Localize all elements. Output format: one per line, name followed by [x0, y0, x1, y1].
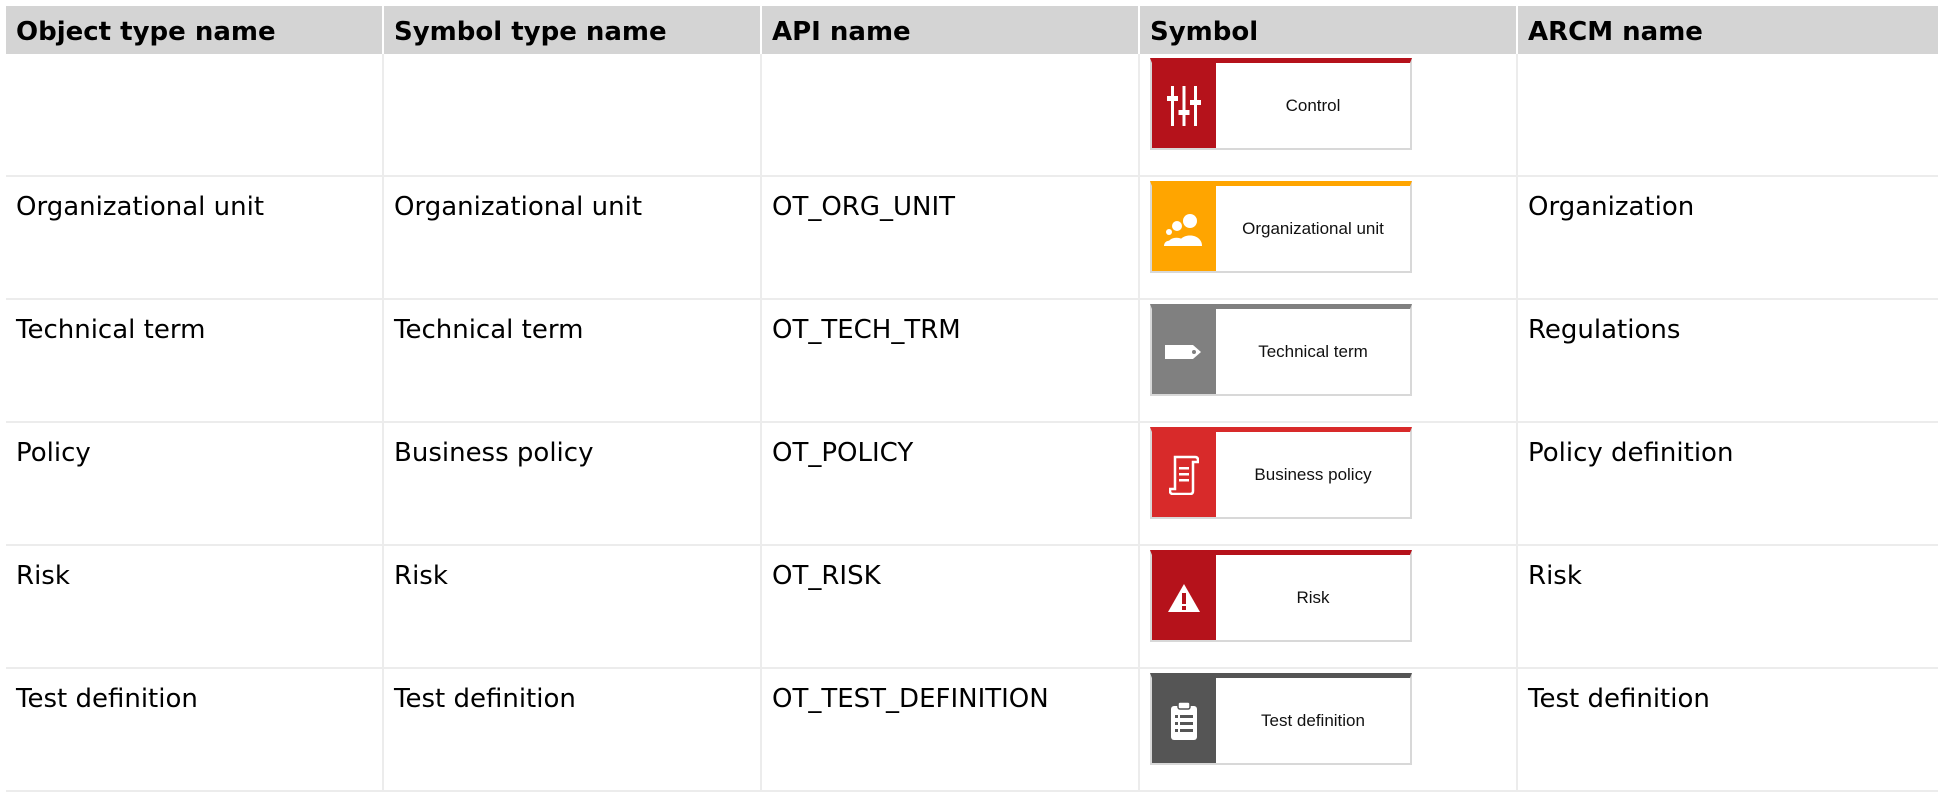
warning-icon [1168, 583, 1200, 612]
clipboard-icon [1171, 700, 1197, 740]
symbol-bar [1152, 432, 1216, 517]
test-definition-symbol: Test definition [1150, 673, 1412, 765]
symbol-type-cell: Technical term [384, 300, 762, 421]
table-row: Control [6, 54, 1938, 177]
arcm-name-cell: Policy definition [1528, 438, 1734, 468]
arcm-name-cell: Regulations [1528, 315, 1681, 345]
symbol-cell: Test definition [1140, 669, 1518, 790]
header-arcm-name: ARCM name [1528, 17, 1703, 47]
symbol-type-cell [384, 54, 762, 175]
object-type-cell [6, 54, 384, 175]
api-name-cell [762, 54, 1140, 175]
symbol-type-cell: Test definition [384, 669, 762, 790]
table-row: Organizational unit Organizational unit … [6, 177, 1938, 300]
api-name-cell: OT_POLICY [762, 423, 1140, 544]
symbol-label: Technical term [1258, 341, 1368, 361]
organizational-unit-symbol: Organizational unit [1150, 181, 1412, 273]
people-icon [1164, 213, 1202, 246]
symbol-bar [1152, 555, 1216, 640]
symbol-label: Organizational unit [1242, 218, 1384, 238]
object-type-cell: Technical term [6, 300, 384, 421]
api-name-cell: OT_TEST_DEFINITION [762, 669, 1140, 790]
symbol-label: Control [1285, 95, 1341, 115]
symbol-bar [1152, 186, 1216, 271]
arcm-name-cell: Organization [1528, 192, 1695, 222]
header-symbol-type: Symbol type name [384, 6, 762, 54]
business-policy-symbol: Business policy [1150, 427, 1412, 519]
tag-icon [1165, 344, 1201, 359]
symbol-cell: Risk [1140, 546, 1518, 667]
symbol-label: Business policy [1254, 464, 1372, 484]
sliders-icon [1167, 85, 1201, 126]
table-row: Test definition Test definition OT_TEST_… [6, 669, 1938, 792]
arcm-name-cell: Test definition [1528, 684, 1710, 714]
symbol-cell: Organizational unit [1140, 177, 1518, 298]
control-symbol: Control [1150, 58, 1412, 150]
table-row: Risk Risk OT_RISK Risk Risk [6, 546, 1938, 669]
symbol-label: Test definition [1261, 710, 1365, 730]
table-header: Object type name Symbol type name API na… [6, 6, 1938, 54]
risk-symbol: Risk [1150, 550, 1412, 642]
arcm-name-cell [1518, 54, 1938, 175]
symbol-type-cell: Organizational unit [384, 177, 762, 298]
api-name-cell: OT_TECH_TRM [762, 300, 1140, 421]
api-name-cell: OT_ORG_UNIT [762, 177, 1140, 298]
object-type-cell: Risk [6, 546, 384, 667]
api-name-cell: OT_RISK [762, 546, 1140, 667]
symbol-type-cell: Risk [384, 546, 762, 667]
symbol-bar [1152, 678, 1216, 763]
symbol-cell: Business policy [1140, 423, 1518, 544]
object-type-cell: Test definition [6, 669, 384, 790]
header-api-name: API name [762, 6, 1140, 54]
object-type-table: Object type name Symbol type name API na… [6, 6, 1938, 792]
header-object-type: Object type name [6, 6, 384, 54]
symbol-cell: Technical term [1140, 300, 1518, 421]
arcm-name-cell: Risk [1528, 561, 1582, 591]
symbol-type-cell: Business policy [384, 423, 762, 544]
header-symbol: Symbol [1140, 6, 1518, 54]
object-type-cell: Policy [6, 423, 384, 544]
symbol-cell: Control [1140, 54, 1518, 175]
object-type-cell: Organizational unit [6, 177, 384, 298]
table-row: Technical term Technical term OT_TECH_TR… [6, 300, 1938, 423]
symbol-bar [1152, 309, 1216, 394]
scroll-icon [1169, 455, 1199, 495]
symbol-bar [1152, 63, 1216, 148]
table-row: Policy Business policy OT_POLICY Busines… [6, 423, 1938, 546]
technical-term-symbol: Technical term [1150, 304, 1412, 396]
symbol-label: Risk [1296, 587, 1330, 607]
